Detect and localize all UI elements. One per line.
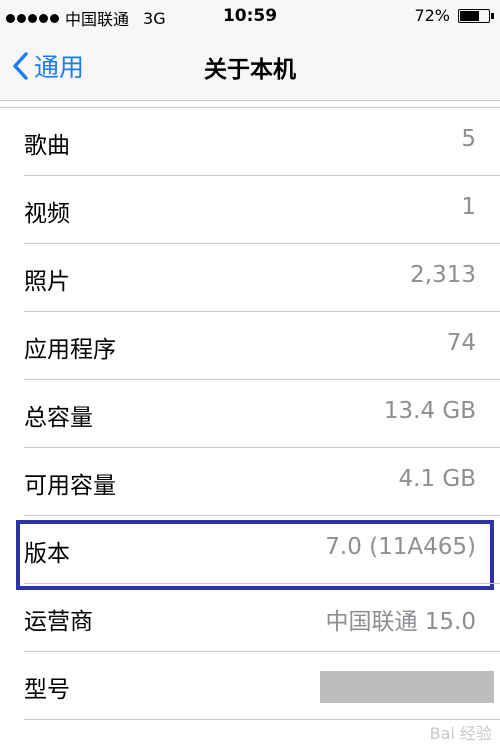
row-apps: 应用程序 74: [0, 312, 500, 380]
row-model: 型号: [0, 652, 500, 720]
row-label: 总容量: [24, 405, 93, 431]
status-bar: 中国联通 3G 10:59 72%: [0, 0, 500, 34]
navigation-bar: 通用 关于本机: [0, 34, 500, 101]
row-label: 可用容量: [24, 473, 116, 499]
row-value: 13.4 GB: [383, 398, 476, 424]
battery-percent: 72%: [414, 6, 450, 25]
row-label: 视频: [24, 201, 70, 227]
row-label: 型号: [24, 677, 70, 703]
battery-icon: [458, 8, 494, 23]
redacted-value: [320, 671, 494, 703]
page-title: 关于本机: [204, 57, 296, 83]
row-carrier: 运营商 中国联通 15.0: [0, 584, 500, 652]
row-value: 74: [446, 330, 476, 356]
row-value: 4.1 GB: [398, 466, 477, 492]
row-available: 可用容量 4.1 GB: [0, 448, 500, 516]
row-label: 应用程序: [24, 337, 116, 363]
row-value: 2,313: [410, 262, 476, 288]
row-value: 7.0 (11A465): [325, 534, 476, 560]
row-capacity: 总容量 13.4 GB: [0, 380, 500, 448]
row-songs: 歌曲 5: [0, 108, 500, 176]
row-value: 1: [461, 194, 476, 220]
battery-fill: [460, 10, 479, 21]
row-videos: 视频 1: [0, 176, 500, 244]
row-label: 歌曲: [24, 133, 70, 159]
row-value: 中国联通 15.0: [325, 609, 476, 635]
row-label: 照片: [24, 269, 70, 295]
watermark: Bai 经验: [429, 724, 492, 743]
about-list: 歌曲 5 视频 1 照片 2,313 应用程序 74 总容量 13.4 GB 可…: [0, 108, 500, 720]
row-photos: 照片 2,313: [0, 244, 500, 312]
row-label: 运营商: [24, 609, 93, 635]
row-value: 5: [461, 126, 476, 152]
status-right: 72%: [414, 6, 494, 25]
row-version: 版本 7.0 (11A465): [0, 516, 500, 590]
previous-row-edge: [0, 101, 500, 108]
row-label: 版本: [24, 541, 70, 567]
